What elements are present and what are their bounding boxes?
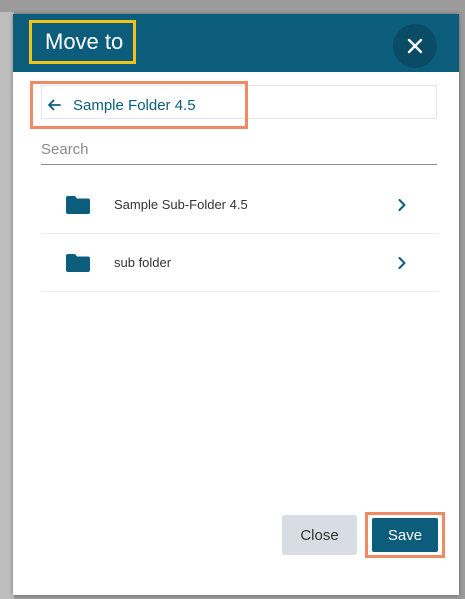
folder-row-sample-sub-folder[interactable]: Sample Sub-Folder 4.5 bbox=[41, 176, 439, 234]
close-button[interactable]: Close bbox=[282, 515, 357, 555]
folder-label: sub folder bbox=[114, 255, 172, 270]
breadcrumb: Sample Folder 4.5 bbox=[30, 81, 248, 129]
folder-icon bbox=[66, 196, 90, 214]
folder-label: Sample Sub-Folder 4.5 bbox=[114, 197, 248, 212]
close-x-icon bbox=[407, 38, 423, 54]
folder-list: Sample Sub-Folder 4.5 sub folder bbox=[41, 176, 439, 292]
move-to-dialog: Move to Sample Folder 4.5 Sample Sub-Fol… bbox=[13, 14, 459, 595]
background-page-strip bbox=[0, 12, 14, 599]
dialog-header: Move to bbox=[13, 14, 459, 72]
chevron-right-icon[interactable] bbox=[398, 199, 406, 211]
chevron-right-icon[interactable] bbox=[398, 257, 406, 269]
dialog-close-button[interactable] bbox=[393, 24, 437, 68]
search-input[interactable] bbox=[41, 135, 437, 163]
folder-row-sub-folder[interactable]: sub folder bbox=[41, 234, 439, 292]
current-folder-label: Sample Folder 4.5 bbox=[73, 96, 196, 114]
search-field bbox=[41, 135, 437, 165]
dialog-title: Move to bbox=[29, 20, 137, 64]
folder-icon bbox=[66, 254, 90, 272]
back-button[interactable] bbox=[47, 99, 61, 111]
save-button-callout: Save bbox=[365, 512, 445, 558]
save-button[interactable]: Save bbox=[372, 518, 438, 552]
arrow-left-icon bbox=[48, 99, 61, 111]
